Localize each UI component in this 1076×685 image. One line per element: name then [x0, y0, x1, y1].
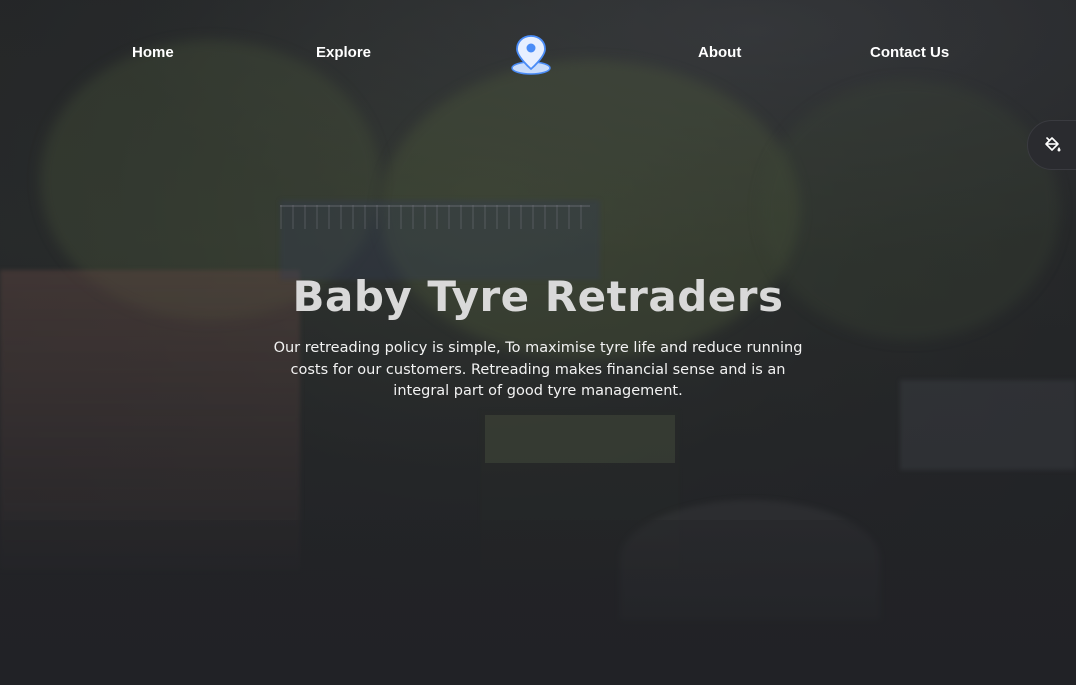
paint-bucket-icon	[1045, 137, 1061, 152]
background-shop-sign	[485, 415, 675, 463]
hero-section: Home Explore About Contact Us Baby Tyre …	[0, 0, 1076, 685]
hero-description: Our retreading policy is simple, To maxi…	[273, 340, 803, 399]
nav-link-about[interactable]: About	[698, 44, 741, 61]
map-pin-icon[interactable]	[509, 33, 553, 75]
page-title: Baby Tyre Retraders	[292, 272, 784, 321]
background-building	[900, 380, 1076, 470]
nav-link-home[interactable]: Home	[132, 44, 174, 61]
nav-link-contact-us[interactable]: Contact Us	[870, 44, 949, 61]
background-railing	[280, 205, 590, 229]
theme-switcher-button[interactable]	[1027, 120, 1076, 170]
main-navigation: Home Explore About Contact Us	[0, 0, 1076, 106]
nav-link-explore[interactable]: Explore	[316, 44, 371, 61]
background-ground	[0, 520, 1076, 685]
